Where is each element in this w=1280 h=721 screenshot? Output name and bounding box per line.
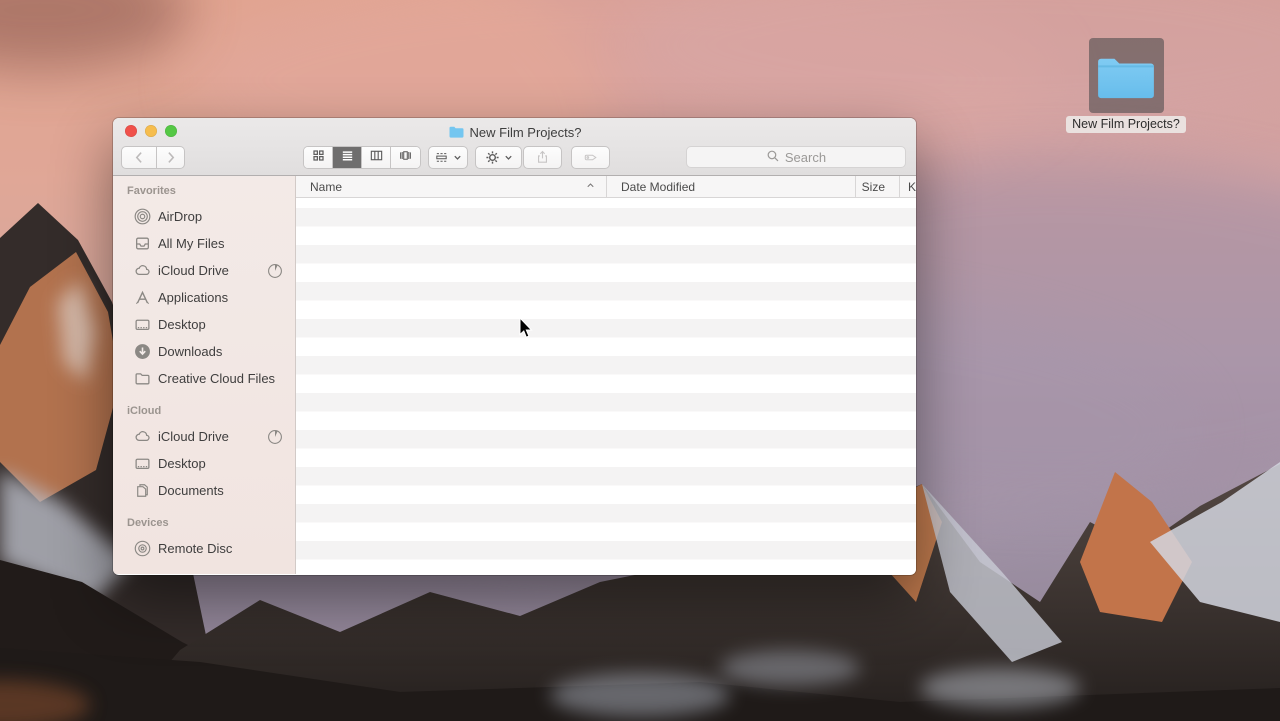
column-header-date-modified[interactable]: Date Modified	[607, 176, 856, 197]
desktop-folder-label: New Film Projects?	[1066, 116, 1186, 133]
sidebar-item-desktop[interactable]: Desktop	[113, 311, 295, 338]
desktop-monitor-icon	[134, 455, 151, 472]
sidebar-section-devices: Devices Remote Disc	[113, 517, 295, 562]
column-label: Kind	[908, 180, 916, 194]
selection-highlight	[1089, 38, 1164, 113]
window-toolbar: New Film Projects?	[113, 118, 916, 176]
column-header-size[interactable]: Size	[856, 176, 900, 197]
desktop: New Film Projects? New Film Projects?	[0, 0, 1280, 721]
airdrop-icon	[134, 208, 151, 225]
search-input[interactable]: Search	[686, 146, 906, 168]
column-label: Size	[862, 180, 885, 194]
sidebar-item-icloud-drive[interactable]: iCloud Drive	[113, 257, 295, 284]
sidebar-item-label: All My Files	[158, 236, 224, 251]
window-title: New Film Projects?	[470, 125, 582, 140]
share-button[interactable]	[523, 146, 562, 169]
icon-view-button[interactable]	[304, 147, 333, 168]
gear-icon	[485, 150, 500, 165]
downloads-icon	[134, 343, 151, 360]
forward-button[interactable]	[157, 146, 185, 169]
sidebar-item-documents[interactable]: Documents	[113, 477, 295, 504]
all-my-files-icon	[134, 235, 151, 252]
sidebar-item-all-my-files[interactable]: All My Files	[113, 230, 295, 257]
search-icon	[766, 149, 780, 166]
toolbar-buttons-row: Search	[113, 146, 916, 169]
icloud-drive-icon	[134, 428, 151, 445]
desktop-monitor-icon	[134, 316, 151, 333]
chevron-down-icon	[504, 153, 513, 162]
back-button[interactable]	[121, 146, 157, 169]
chevron-right-icon	[165, 151, 176, 164]
column-view-icon	[369, 148, 384, 168]
sidebar-section-title: Favorites	[127, 185, 295, 200]
sidebar-section-icloud: iCloud iCloud Drive Desktop Documents	[113, 405, 295, 504]
empty-file-list[interactable]	[296, 198, 916, 574]
column-label: Name	[310, 180, 342, 194]
folder-icon	[1095, 51, 1157, 101]
sync-progress-icon	[267, 429, 283, 445]
grid-view-icon	[311, 148, 326, 168]
action-button[interactable]	[475, 146, 522, 169]
column-header-kind[interactable]: Kind	[900, 176, 916, 197]
sidebar-item-downloads[interactable]: Downloads	[113, 338, 295, 365]
documents-icon	[134, 482, 151, 499]
sidebar-item-label: iCloud Drive	[158, 263, 229, 278]
sidebar-item-label: Documents	[158, 483, 224, 498]
sidebar-item-label: AirDrop	[158, 209, 202, 224]
list-view-button[interactable]	[333, 147, 362, 168]
file-list-area: Name Date Modified Size Kind	[296, 176, 916, 574]
sidebar-item-airdrop[interactable]: AirDrop	[113, 203, 295, 230]
sidebar-item-label: Remote Disc	[158, 541, 232, 556]
sidebar-item-applications[interactable]: Applications	[113, 284, 295, 311]
sync-progress-icon	[267, 263, 283, 279]
sidebar-item-remote-disc[interactable]: Remote Disc	[113, 535, 295, 562]
column-headers: Name Date Modified Size Kind	[296, 176, 916, 198]
tag-button[interactable]	[571, 146, 610, 169]
chevron-down-icon	[453, 153, 462, 162]
sidebar-item-label: Desktop	[158, 317, 206, 332]
desktop-folder-new-film-projects[interactable]: New Film Projects?	[1061, 38, 1191, 133]
sidebar-item-desktop[interactable]: Desktop	[113, 450, 295, 477]
chevron-left-icon	[134, 151, 145, 164]
sidebar-item-label: iCloud Drive	[158, 429, 229, 444]
column-header-name[interactable]: Name	[296, 176, 607, 197]
column-label: Date Modified	[621, 180, 695, 194]
tag-icon	[583, 150, 599, 165]
title-folder-icon	[448, 125, 465, 139]
icloud-drive-icon	[134, 262, 151, 279]
share-icon	[535, 150, 550, 165]
search-placeholder: Search	[785, 150, 826, 165]
navigation-buttons	[121, 146, 185, 169]
view-mode-control	[303, 146, 421, 169]
sort-ascending-icon	[585, 180, 596, 194]
sidebar-item-label: Desktop	[158, 456, 206, 471]
column-view-button[interactable]	[362, 147, 391, 168]
applications-icon	[134, 289, 151, 306]
sidebar-item-creative-cloud-files[interactable]: Creative Cloud Files	[113, 365, 295, 392]
finder-window: New Film Projects?	[113, 118, 916, 575]
arrange-icon	[434, 150, 449, 165]
list-view-icon	[340, 148, 355, 168]
sidebar-item-label: Applications	[158, 290, 228, 305]
window-title-area: New Film Projects?	[113, 122, 916, 142]
folder-icon	[134, 370, 151, 387]
sidebar: Favorites AirDrop All My Files iCloud Drive…	[113, 176, 296, 574]
sidebar-item-label: Creative Cloud Files	[158, 371, 275, 386]
sidebar-section-title: iCloud	[127, 405, 295, 420]
sidebar-section-title: Devices	[127, 517, 295, 532]
remote-disc-icon	[134, 540, 151, 557]
sidebar-item-label: Downloads	[158, 344, 222, 359]
coverflow-view-button[interactable]	[391, 147, 420, 168]
coverflow-view-icon	[398, 148, 413, 168]
sidebar-section-favorites: Favorites AirDrop All My Files iCloud Drive…	[113, 185, 295, 392]
sidebar-item-icloud-drive[interactable]: iCloud Drive	[113, 423, 295, 450]
arrange-button[interactable]	[428, 146, 468, 169]
